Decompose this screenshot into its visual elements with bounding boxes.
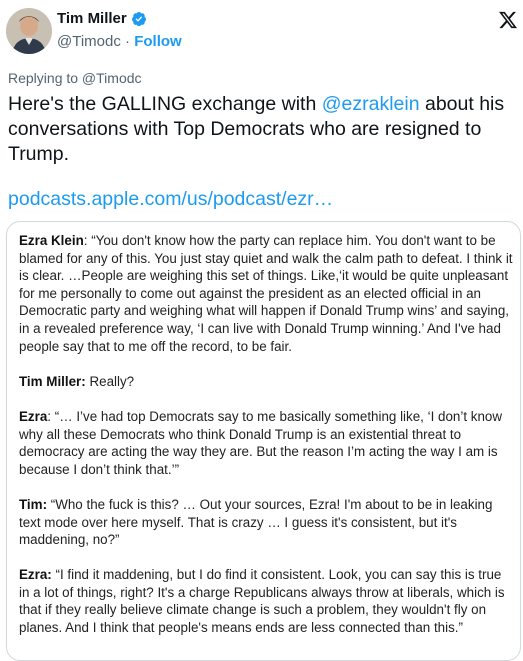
quote-body: Really? xyxy=(89,373,135,389)
tweet-header: Tim Miller @Timodc · Follow xyxy=(0,0,523,62)
quote-body: “Who the fuck is this? … Out your source… xyxy=(19,496,493,548)
quote-body: “… I’ve had top Democrats say to me basi… xyxy=(19,408,503,477)
quote-speaker: Tim Miller: xyxy=(19,373,86,389)
quote-image-card[interactable]: Ezra Klein: “You don't know how the part… xyxy=(6,221,521,661)
podcast-link[interactable]: podcasts.apple.com/us/podcast/ezr… xyxy=(8,188,333,211)
quote-sep: : xyxy=(47,408,55,424)
quote-paragraph: Ezra Klein: “You don't know how the part… xyxy=(19,232,513,355)
tweet-text: Here's the GALLING exchange with @ezrakl… xyxy=(8,92,516,167)
quote-speaker: Tim: xyxy=(19,496,48,512)
quote-paragraph: Tim Miller: Really? xyxy=(19,373,513,391)
x-logo-icon[interactable] xyxy=(498,10,518,30)
tweet-text-part1: Here's the GALLING exchange with xyxy=(8,93,322,115)
separator-dot: · xyxy=(125,33,131,50)
avatar[interactable] xyxy=(6,8,52,54)
replying-to: Replying to @Timodc xyxy=(8,70,142,86)
quote-text: Ezra Klein: “You don't know how the part… xyxy=(19,232,513,654)
quote-paragraph: Ezra: “… I’ve had top Democrats say to m… xyxy=(19,408,513,478)
author-name[interactable]: Tim Miller xyxy=(57,10,127,27)
author-name-row: Tim Miller xyxy=(57,10,147,27)
follow-button[interactable]: Follow xyxy=(134,33,182,50)
quote-speaker: Ezra: xyxy=(19,567,52,583)
quote-speaker: Ezra Klein xyxy=(19,233,84,248)
quote-paragraph: Ezra: “I find it maddening, but I do fin… xyxy=(19,566,513,636)
quote-body: “I find it maddening, but I do find it c… xyxy=(19,567,505,636)
verified-badge-icon xyxy=(131,11,146,26)
quote-speaker: Ezra xyxy=(19,408,48,424)
avatar-image xyxy=(6,8,52,54)
quote-body: “You don't know how the party can replac… xyxy=(19,233,513,354)
author-handle[interactable]: @Timodc xyxy=(57,33,121,50)
mention-link[interactable]: @ezraklein xyxy=(322,93,420,115)
author-handle-row: @Timodc · Follow xyxy=(57,33,182,50)
quote-paragraph: Tim: “Who the fuck is this? … Out your s… xyxy=(19,496,513,549)
